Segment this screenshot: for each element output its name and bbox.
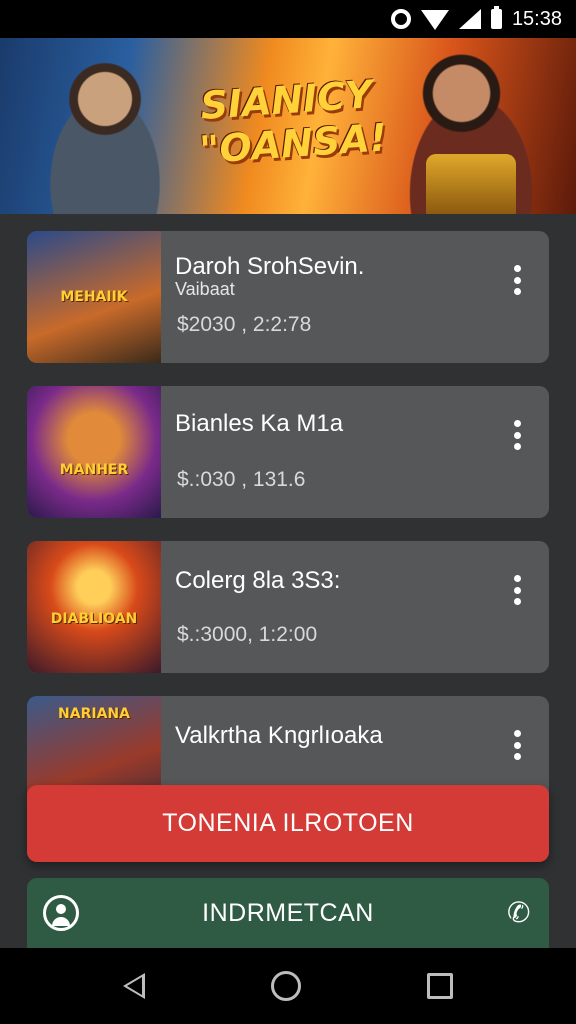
game-title: Valkrtha Kngrlıoaka (175, 722, 383, 749)
battery-icon (490, 6, 502, 29)
status-time: 15:38 (511, 7, 562, 30)
profile-icon[interactable] (43, 895, 79, 931)
game-title: Colerg 8la 3S3: (175, 567, 341, 594)
game-price: $2030 , 2:2:78 (177, 313, 312, 336)
back-icon[interactable] (123, 973, 145, 999)
home-icon[interactable] (271, 971, 301, 1001)
game-title: Bianles Ka M1a (175, 410, 344, 437)
game-card[interactable]: MEHAIIK Daroh SrohSevin. Vaibaat $2030 ,… (27, 231, 549, 363)
game-price: $.:030 , 131.6 (177, 468, 306, 491)
banner-hero-left-image (20, 48, 190, 214)
wifi-icon (420, 10, 449, 30)
game-card[interactable]: MANHER Bianles Ka M1a $.:030 , 131.6 (27, 386, 549, 518)
thumbnail-logo: DIABLIOAN (50, 611, 138, 627)
recent-apps-icon[interactable] (427, 973, 453, 999)
phone-icon[interactable]: ✆ (507, 898, 531, 928)
secondary-action-button[interactable]: INDRMETCAN ✆ (27, 878, 549, 948)
more-options-icon[interactable] (509, 575, 525, 605)
primary-action-button[interactable]: TONENIA ILROTOEN (27, 785, 549, 862)
signal-icon (458, 9, 481, 29)
banner-weapon-image (426, 154, 516, 214)
game-thumbnail: MEHAIIK (27, 231, 161, 363)
thumbnail-logo: NARIANA (58, 706, 130, 722)
game-card[interactable]: DIABLIOAN Colerg 8la 3S3: $.:3000, 1:2:0… (27, 541, 549, 673)
game-thumbnail: DIABLIOAN (27, 541, 161, 673)
status-bar: 15:38 (0, 0, 576, 38)
thumbnail-logo: MANHER (59, 462, 129, 478)
system-nav-bar (0, 948, 576, 1024)
game-price: $.:3000, 1:2:00 (177, 623, 318, 646)
banner-title: SIANICY "OANSA! (195, 72, 388, 172)
more-options-icon[interactable] (509, 265, 525, 295)
settings-icon (390, 9, 411, 29)
game-title: Daroh SrohSevin. (175, 253, 365, 280)
thumbnail-logo: MEHAIIK (60, 289, 128, 305)
game-thumbnail: MANHER (27, 386, 161, 518)
more-options-icon[interactable] (509, 730, 525, 760)
promo-banner[interactable]: SIANICY "OANSA! (0, 38, 576, 214)
more-options-icon[interactable] (509, 420, 525, 450)
secondary-action-label: INDRMETCAN (202, 898, 374, 927)
game-subtitle: Vaibaat (175, 279, 235, 299)
